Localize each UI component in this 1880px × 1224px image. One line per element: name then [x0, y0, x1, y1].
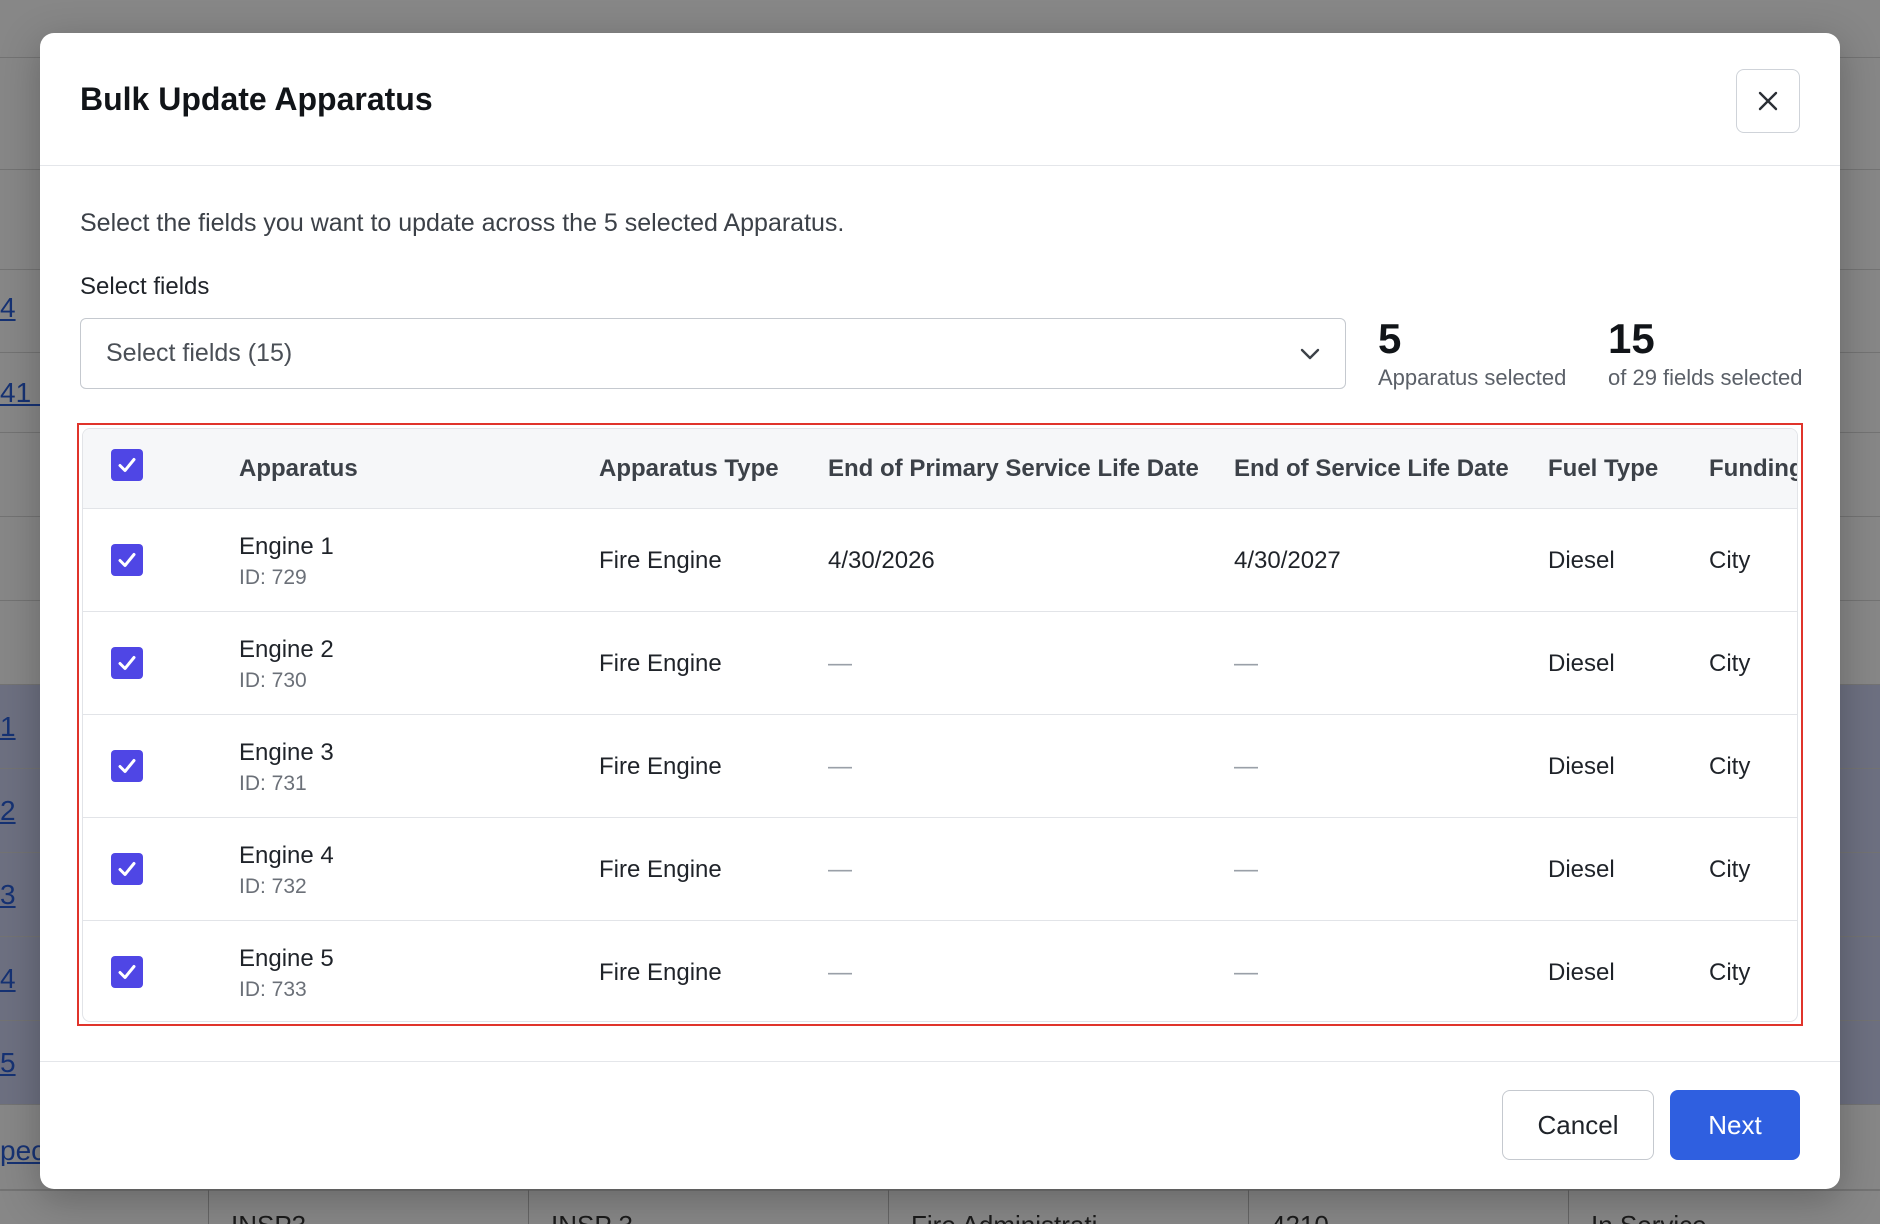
apparatus-id: ID: 732	[239, 875, 307, 898]
checkmark-icon	[118, 759, 136, 773]
apparatus-selected-count: 5	[1378, 315, 1402, 362]
modal-footer: Cancel Next	[40, 1061, 1840, 1189]
apparatus-selected-stat: 5 Apparatus selected	[1378, 315, 1566, 391]
column-header-fuel-type[interactable]: Fuel Type	[1548, 429, 1658, 509]
select-fields-label: Select fields	[80, 273, 210, 300]
checkmark-icon	[118, 656, 136, 670]
funding-source: City	[1709, 650, 1751, 677]
funding-source: City	[1709, 547, 1751, 574]
modal-description: Select the fields you want to update acr…	[80, 209, 845, 237]
table-row[interactable]: Engine 3 ID: 731 Fire Engine — — Diesel …	[83, 715, 1797, 818]
apparatus-id: ID: 730	[239, 669, 307, 692]
row-checkbox[interactable]	[111, 647, 143, 679]
apparatus-type: Fire Engine	[599, 650, 722, 677]
bulk-update-modal: Bulk Update Apparatus Select the fields …	[40, 33, 1840, 1189]
checkmark-icon	[118, 553, 136, 567]
apparatus-type: Fire Engine	[599, 856, 722, 883]
apparatus-id: ID: 733	[239, 978, 307, 1001]
funding-source: City	[1709, 753, 1751, 780]
primary-service-end-date: —	[828, 856, 852, 883]
modal-header: Bulk Update Apparatus	[40, 33, 1840, 166]
checkmark-icon	[118, 862, 136, 876]
fuel-type: Diesel	[1548, 650, 1615, 677]
cancel-button[interactable]: Cancel	[1502, 1090, 1654, 1160]
table-row[interactable]: Engine 4 ID: 732 Fire Engine — — Diesel …	[83, 818, 1797, 921]
select-fields-dropdown[interactable]: Select fields (15)	[80, 318, 1346, 389]
primary-service-end-date: —	[828, 753, 852, 780]
select-all-checkbox[interactable]	[111, 449, 143, 481]
row-checkbox[interactable]	[111, 750, 143, 782]
apparatus-id: ID: 729	[239, 566, 307, 589]
service-end-date: —	[1234, 856, 1258, 883]
apparatus-name: Engine 4	[239, 842, 334, 869]
chevron-down-icon	[1300, 348, 1320, 360]
close-icon	[1758, 91, 1778, 111]
fuel-type: Diesel	[1548, 753, 1615, 780]
column-header-funding-source[interactable]: Funding Sou	[1709, 429, 1797, 509]
checkmark-icon	[118, 965, 136, 979]
primary-service-end-date: —	[828, 650, 852, 677]
checkmark-icon	[118, 458, 136, 472]
close-button[interactable]	[1736, 69, 1800, 133]
modal-title: Bulk Update Apparatus	[80, 81, 433, 117]
fuel-type: Diesel	[1548, 547, 1615, 574]
fuel-type: Diesel	[1548, 856, 1615, 883]
apparatus-name: Engine 2	[239, 636, 334, 663]
table-row[interactable]: Engine 1 ID: 729 Fire Engine 4/30/2026 4…	[83, 509, 1797, 612]
service-end-date: —	[1234, 959, 1258, 986]
apparatus-type: Fire Engine	[599, 753, 722, 780]
fields-selected-stat: 15 of 29 fields selected	[1608, 315, 1802, 391]
service-end-date: —	[1234, 753, 1258, 780]
apparatus-type: Fire Engine	[599, 547, 722, 574]
column-header-apparatus[interactable]: Apparatus	[239, 429, 358, 509]
table-row[interactable]: Engine 5 ID: 733 Fire Engine — — Diesel …	[83, 921, 1797, 1021]
table-header: Apparatus Apparatus Type End of Primary …	[83, 429, 1797, 509]
apparatus-name: Engine 5	[239, 945, 334, 972]
apparatus-id: ID: 731	[239, 772, 307, 795]
primary-service-end-date: 4/30/2026	[828, 547, 935, 574]
apparatus-name: Engine 3	[239, 739, 334, 766]
funding-source: City	[1709, 959, 1751, 986]
fuel-type: Diesel	[1548, 959, 1615, 986]
row-checkbox[interactable]	[111, 544, 143, 576]
apparatus-selected-label: Apparatus selected	[1378, 365, 1567, 390]
column-header-primary-service-end[interactable]: End of Primary Service Life Date	[828, 429, 1199, 509]
primary-service-end-date: —	[828, 959, 852, 986]
next-button[interactable]: Next	[1670, 1090, 1800, 1160]
funding-source: City	[1709, 856, 1751, 883]
service-end-date: —	[1234, 650, 1258, 677]
column-header-apparatus-type[interactable]: Apparatus Type	[599, 429, 779, 509]
service-end-date: 4/30/2027	[1234, 547, 1341, 574]
apparatus-table: Apparatus Apparatus Type End of Primary …	[82, 428, 1798, 1022]
select-fields-value: Select fields (15)	[106, 339, 293, 367]
column-header-service-end[interactable]: End of Service Life Date	[1234, 429, 1509, 509]
apparatus-type: Fire Engine	[599, 959, 722, 986]
fields-selected-label: of 29 fields selected	[1608, 365, 1803, 390]
fields-selected-count: 15	[1608, 315, 1655, 362]
apparatus-name: Engine 1	[239, 533, 334, 560]
table-row[interactable]: Engine 2 ID: 730 Fire Engine — — Diesel …	[83, 612, 1797, 715]
row-checkbox[interactable]	[111, 956, 143, 988]
row-checkbox[interactable]	[111, 853, 143, 885]
